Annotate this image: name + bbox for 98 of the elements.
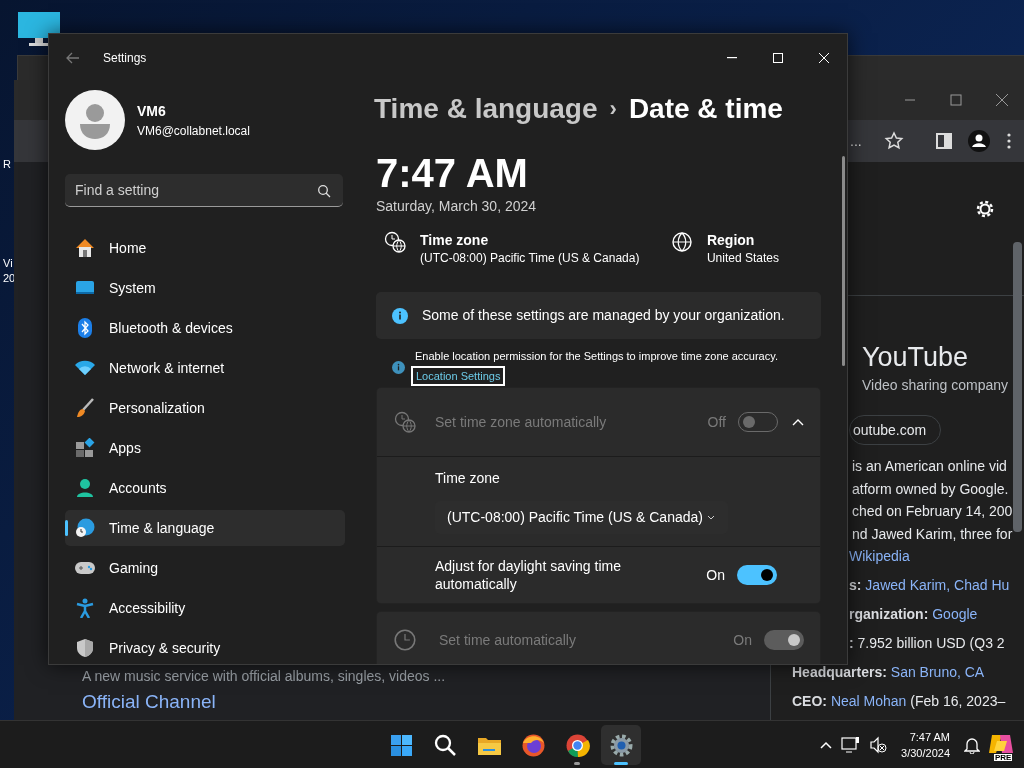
fact-link[interactable]: San Bruno, CA <box>890 664 985 680</box>
summary-label: Time zone <box>420 231 490 249</box>
taskbar-date[interactable]: 3/30/2024 <box>901 745 950 761</box>
toggle-state: On <box>733 630 752 650</box>
scrollbar[interactable] <box>842 156 845 366</box>
breadcrumb-separator: › <box>609 95 617 123</box>
fact-link[interactable]: Jawed Karim, Chad Hu <box>865 577 1010 593</box>
summary-value: United States <box>706 250 779 267</box>
notice-text: Some of these settings are managed by your organization. <box>422 306 785 325</box>
network-icon[interactable] <box>841 736 862 754</box>
user-email: VM6@collabnet.local <box>137 122 250 140</box>
apps-icon <box>75 438 95 458</box>
clock-icon <box>394 629 416 651</box>
copilot-icon[interactable] <box>988 732 1014 755</box>
panel-title: YouTube <box>862 341 970 373</box>
avatar[interactable] <box>65 90 125 150</box>
nav-item[interactable]: Time & language <box>65 510 345 546</box>
maximize-icon <box>773 53 783 63</box>
monitor-icon[interactable] <box>17 11 61 47</box>
current-time: 7:47 AM <box>376 150 529 196</box>
clock-globe-icon <box>384 231 406 253</box>
search-icon <box>317 184 331 198</box>
source-link[interactable]: Wikipedia <box>849 548 910 564</box>
accessibility-icon <box>75 598 95 618</box>
info-icon <box>392 307 408 324</box>
setting-label: Set time automatically <box>439 630 576 650</box>
nav-item[interactable]: Accessibility <box>65 590 345 626</box>
globe-clock-icon <box>75 518 95 538</box>
page-title: Date & time <box>628 93 783 125</box>
settings-icon[interactable] <box>974 198 996 220</box>
firefox-icon <box>520 732 546 758</box>
fact-link[interactable]: Google <box>932 606 978 622</box>
fact-label: : <box>849 635 854 651</box>
fact-value: 7.952 billion USD (Q3 2 <box>857 635 1005 651</box>
bell-icon[interactable] <box>964 736 980 754</box>
minimize-icon <box>727 57 737 59</box>
brush-icon <box>75 398 95 418</box>
toggle-state: On <box>706 565 725 585</box>
description-line: ched on February 14, 200 <box>852 503 1013 519</box>
description-line: is an American online vid <box>852 458 1007 474</box>
result-snippet: A new music service with official albums, singles, videos ... <box>82 668 447 684</box>
setting-label: Set time zone automatically <box>435 412 607 432</box>
gear-icon <box>608 732 634 758</box>
search-field[interactable]: Find a setting <box>65 174 343 207</box>
panel-subtitle: Video sharing company <box>862 376 1010 395</box>
result-link[interactable]: Official Channel <box>82 691 770 712</box>
bluetooth-icon <box>75 318 95 338</box>
toggle-state: Off <box>707 412 726 432</box>
home-icon <box>75 238 95 258</box>
current-date: Saturday, March 30, 2024 <box>376 197 538 216</box>
nav-item[interactable]: Home <box>65 230 345 266</box>
chrome-icon <box>564 732 590 758</box>
taskbar-button[interactable] <box>601 725 641 765</box>
volume-muted-icon[interactable] <box>869 736 888 754</box>
description-line: atform owned by Google. <box>852 480 1009 497</box>
star-icon[interactable] <box>884 131 904 151</box>
fact-link[interactable]: Neal Mohan <box>830 693 907 709</box>
back-arrow-icon[interactable] <box>65 50 81 66</box>
window-title: Settings <box>103 50 147 67</box>
person-icon <box>75 478 95 498</box>
dropdown-label: Time zone <box>435 469 501 488</box>
nav-item[interactable]: Accounts <box>65 470 345 506</box>
preview-badge: PRE <box>994 754 1013 761</box>
fact-label: Headquarters: <box>792 664 887 680</box>
clock-globe-icon <box>394 411 416 433</box>
profile-icon[interactable] <box>968 130 990 152</box>
address-text[interactable]: ... <box>850 130 862 152</box>
breadcrumb-link[interactable]: Time & language <box>374 93 598 125</box>
summary-label: Region <box>706 231 756 249</box>
hint-text: Enable location permission for the Settings to improve time zone accuracy. <box>415 348 778 363</box>
fact-label: rganization: <box>849 606 929 622</box>
scrollbar[interactable] <box>1013 242 1022 532</box>
nav-item[interactable]: Network & internet <box>65 350 345 386</box>
shield-icon <box>75 638 95 658</box>
close-icon <box>819 53 829 63</box>
nav-item[interactable]: Privacy & security <box>65 630 345 664</box>
fact-note: (Feb 16, 2023– <box>910 693 1006 709</box>
taskbar-time[interactable]: 7:47 AM <box>901 729 950 745</box>
summary-value: (UTC-08:00) Pacific Time (US & Canada) <box>420 250 640 267</box>
search-icon <box>432 732 458 758</box>
icon-label[interactable]: Vi <box>3 256 13 270</box>
nav-item[interactable]: Gaming <box>65 550 345 586</box>
info-icon <box>392 361 405 374</box>
setting-label: Adjust for daylight saving time automatically <box>435 557 622 593</box>
side-panel-icon[interactable] <box>934 131 954 151</box>
fact-label: s: <box>849 577 862 593</box>
description-line: nd Jawed Karim, three for <box>852 525 1013 542</box>
wifi-icon <box>75 358 95 378</box>
icon-label[interactable]: R <box>3 157 11 171</box>
fact-label: CEO: <box>792 693 827 709</box>
nav-item[interactable]: Personalization <box>65 390 345 426</box>
nav-item[interactable]: Bluetooth & devices <box>65 310 345 346</box>
start-icon <box>388 732 414 758</box>
globe-icon <box>670 231 693 253</box>
nav-item[interactable]: System <box>65 270 345 306</box>
location-settings-link[interactable]: Location Settings <box>411 365 506 386</box>
user-name: VM6 <box>137 101 167 121</box>
nav-item[interactable]: Apps <box>65 430 345 466</box>
